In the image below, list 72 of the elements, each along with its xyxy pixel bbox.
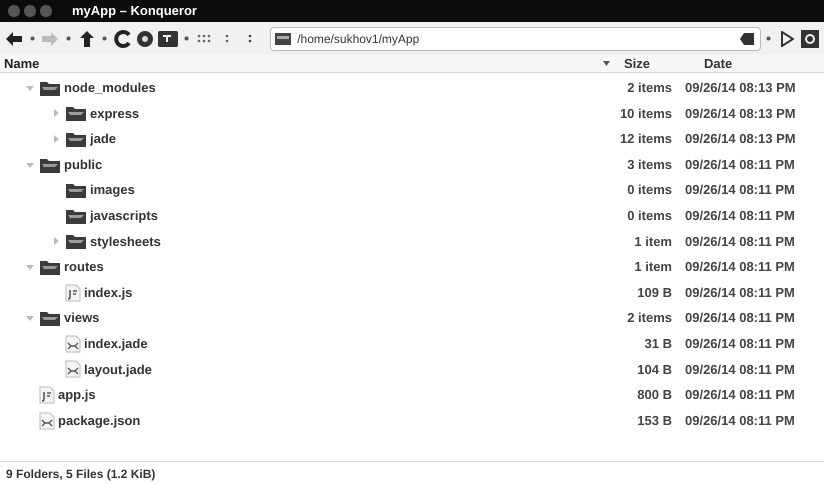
tree-icon [246, 34, 253, 44]
size-cell-text: 31 B [644, 334, 672, 353]
script-file-icon [65, 284, 81, 302]
back-arrow-icon [5, 30, 24, 46]
folder-icon [65, 232, 87, 250]
date-cell-text: 09/26/14 08:11 PM [684, 258, 796, 276]
date-cell-text: 09/26/14 08:11 PM [684, 360, 796, 379]
maximize-button[interactable] [40, 5, 52, 17]
up-arrow-icon [78, 30, 95, 48]
folder-icon [275, 32, 292, 44]
date-cell-text: 09/26/14 08:13 PM [684, 130, 797, 148]
file-name[interactable]: images [90, 180, 135, 200]
clear-button[interactable] [739, 30, 756, 46]
date-cell-text: 09/26/14 08:13 PM [684, 79, 797, 98]
file-name[interactable]: index.js [84, 282, 132, 302]
file-name[interactable]: jade [90, 129, 116, 149]
date-cell-text: 09/26/14 08:11 PM [684, 207, 796, 226]
date-cell-text: 09/26/14 08:11 PM [684, 309, 796, 328]
date-cell-text: 09/26/14 08:11 PM [684, 156, 796, 174]
grid-icon [197, 34, 212, 44]
document-file-icon [39, 412, 55, 430]
size-cell-text: 10 items [618, 104, 672, 123]
list-icon [224, 34, 230, 44]
size-cell-text: 800 B [636, 386, 672, 404]
date-cell-text: 09/26/14 08:11 PM [684, 412, 796, 430]
minimize-button[interactable] [24, 5, 36, 17]
file-name[interactable]: stylesheets [90, 232, 161, 252]
date-cell-text: 09/26/14 08:13 PM [684, 104, 797, 123]
file-name[interactable]: express [90, 104, 140, 124]
clear-icon [740, 32, 754, 44]
column-header[interactable]: Name [4, 54, 40, 74]
status-text: 9 Folders, 5 Files (1.2 KiB) [6, 466, 156, 482]
document-file-icon [65, 360, 81, 378]
size-cell-text: 0 items [626, 207, 672, 226]
sort-arrow-icon [603, 61, 610, 66]
size-cell-text: 2 items [626, 79, 672, 98]
date-cell-text: 09/26/14 08:11 PM [684, 181, 796, 200]
file-name[interactable]: app.js [58, 385, 96, 405]
date-cell-text: 09/26/14 08:11 PM [684, 386, 796, 404]
file-name[interactable]: layout.jade [84, 360, 152, 380]
date-cell-text: 09/26/14 08:11 PM [684, 232, 796, 251]
size-cell-text: 2 items [626, 309, 672, 328]
size-cell-text: 3 items [626, 156, 672, 174]
size-cell-text: 104 B [636, 360, 672, 379]
file-name[interactable]: routes [64, 257, 104, 277]
document-file-icon [65, 334, 81, 353]
file-name[interactable]: index.jade [84, 334, 148, 354]
script-file-icon [39, 386, 55, 404]
file-name[interactable]: public [64, 154, 102, 174]
size-cell-text: 153 B [636, 412, 672, 430]
size-cell-text: 109 B [636, 284, 672, 302]
close-button[interactable] [8, 5, 20, 17]
file-name[interactable]: javascripts [90, 206, 158, 226]
forward-arrow-icon [41, 30, 60, 46]
file-name[interactable]: package.json [58, 410, 140, 430]
folder-icon [65, 104, 87, 122]
window-title: myApp – Konqueror [72, 2, 197, 20]
file-name[interactable]: views [64, 308, 100, 328]
play-icon [780, 30, 794, 46]
size-cell-text: 0 items [626, 181, 672, 200]
column-header[interactable]: Date [704, 54, 732, 74]
reload-icon [114, 30, 132, 48]
size-cell-text: 12 items [618, 130, 672, 148]
size-cell-text: 1 item [633, 258, 672, 276]
date-cell-text: 09/26/14 08:11 PM [684, 284, 796, 302]
column-header[interactable]: Size [624, 54, 650, 74]
file-name[interactable]: node_modules [64, 78, 156, 98]
folder-icon [39, 309, 61, 328]
folder-icon [65, 181, 87, 200]
location-field[interactable]: /home/sukhov1/myApp [270, 26, 762, 50]
date-cell-text: 09/26/14 08:11 PM [684, 334, 796, 353]
size-cell-text: 1 item [633, 232, 672, 251]
